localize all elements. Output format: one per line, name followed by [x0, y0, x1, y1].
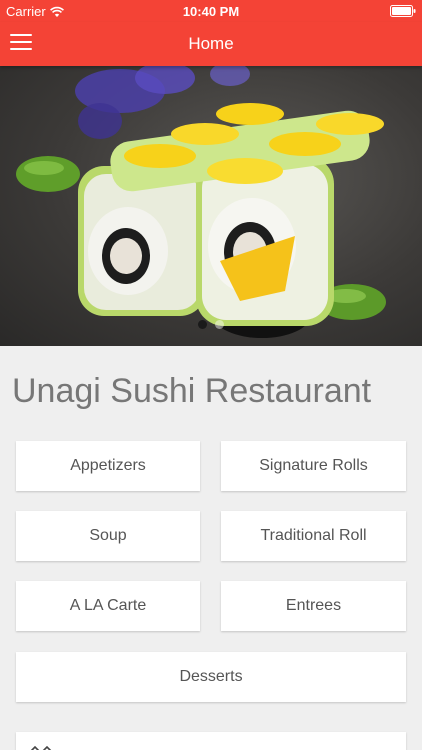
carousel-dot-active[interactable] [198, 320, 207, 329]
hero-carousel[interactable] [0, 66, 422, 346]
carousel-dot[interactable] [215, 320, 224, 329]
carousel-indicator[interactable] [0, 320, 422, 329]
status-time: 10:40 PM [182, 4, 240, 19]
page-title: Home [188, 34, 234, 53]
menu-signature-rolls-button[interactable]: Signature Rolls [221, 441, 406, 491]
menu-a-la-carte-button[interactable]: A LA Carte [16, 581, 200, 631]
map-icon [30, 745, 52, 750]
nav-bar: Home [0, 22, 422, 66]
menu-soup-button[interactable]: Soup [16, 511, 200, 561]
info-card[interactable] [16, 732, 406, 750]
battery-icon [390, 5, 416, 17]
menu-appetizers-button[interactable]: Appetizers [16, 441, 200, 491]
menu-entrees-button[interactable]: Entrees [221, 581, 406, 631]
status-bar: Carrier 10:40 PM [0, 0, 422, 22]
menu-traditional-roll-button[interactable]: Traditional Roll [221, 511, 406, 561]
restaurant-name: Unagi Sushi Restaurant [12, 372, 372, 410]
sushi-hero-image [16, 66, 386, 338]
menu-desserts-button[interactable]: Desserts [16, 652, 406, 702]
